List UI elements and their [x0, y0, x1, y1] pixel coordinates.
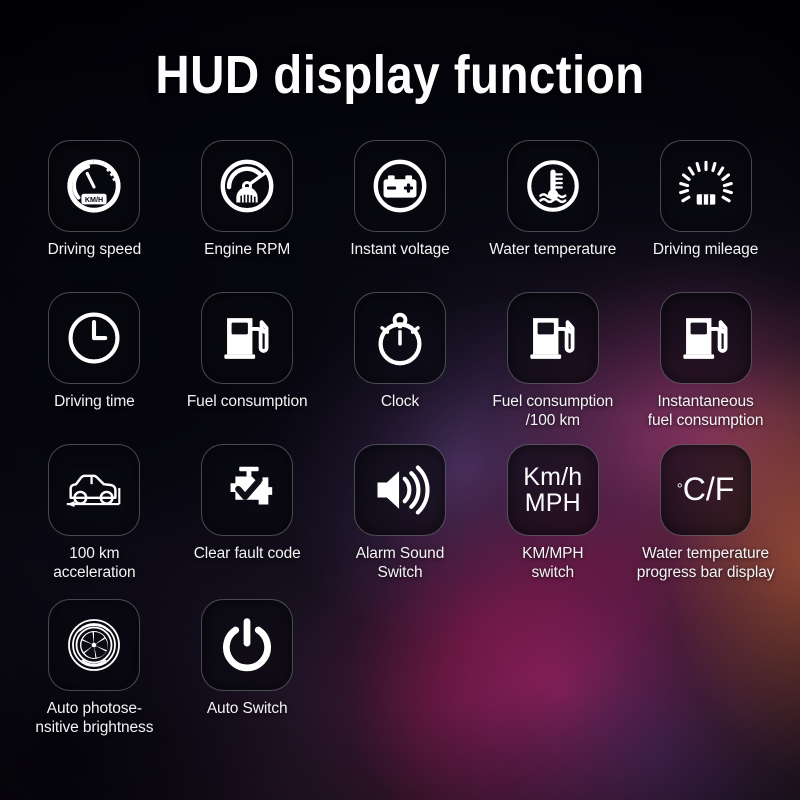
instantaneous-fuel-tile[interactable] [659, 292, 752, 384]
feature-item-water-temperature[interactable]: Water temperature [476, 140, 629, 292]
instant-voltage-tile[interactable] [353, 140, 446, 232]
feature-item-fuel-consumption[interactable]: Fuel consumption [171, 292, 324, 444]
feature-item-instantaneous-fuel[interactable]: Instantaneous fuel consumption [629, 292, 782, 444]
aperture-icon [68, 619, 121, 671]
km-mph-line-1: Km/h [523, 462, 583, 491]
driving-speed-tile[interactable]: KM/H [48, 140, 141, 232]
feature-label: Instantaneous fuel consumption [647, 393, 764, 429]
feature-item-fuel-per-100km[interactable]: Fuel consumption/100 km [476, 292, 629, 444]
driving-time-tile[interactable] [48, 292, 141, 384]
km-mph-tile-text: Km/h MPH [523, 462, 583, 517]
feature-item-empty-3 [629, 599, 782, 749]
odometer-icon [678, 160, 733, 205]
feature-item-empty-2 [476, 599, 629, 749]
battery-icon [373, 159, 427, 213]
acceleration-tile[interactable] [48, 444, 141, 536]
engine-rpm-tile[interactable] [201, 140, 294, 232]
alarm-sound-switch-tile[interactable] [353, 444, 446, 536]
feature-label: Fuel consumption [186, 393, 308, 410]
speedometer-icon: KM/H [67, 159, 121, 213]
feature-item-driving-speed[interactable]: KM/H Driving speed [18, 140, 171, 292]
feature-item-clock[interactable]: Clock [324, 292, 477, 444]
feature-item-alarm-sound-switch[interactable]: Alarm Sound Switch [324, 444, 477, 599]
power-icon [223, 618, 272, 672]
feature-label: Clear fault code [193, 545, 301, 562]
fuel-pump-icon [530, 318, 575, 359]
feature-label: Driving mileage [652, 241, 759, 258]
feature-label: Alarm Sound Switch [355, 545, 445, 581]
clock-icon [68, 312, 120, 364]
tachometer-icon [220, 159, 274, 213]
feature-item-instant-voltage[interactable]: Instant voltage [324, 140, 477, 292]
speaker-icon [377, 465, 430, 515]
cf-text: C/F [682, 471, 735, 508]
feature-grid: KM/H Driving speed Engine RPM Instant vo… [18, 140, 782, 749]
feature-label: Fuel consumption/100 km [492, 393, 614, 429]
stopwatch-icon [378, 312, 422, 366]
feature-item-km-mph-switch[interactable]: Km/h MPH KM/MPH switch [476, 444, 629, 599]
driving-mileage-tile[interactable] [659, 140, 752, 232]
water-temperature-tile[interactable] [506, 140, 599, 232]
auto-switch-tile[interactable] [201, 599, 294, 691]
svg-text:KM/H: KM/H [85, 196, 103, 204]
hud-feature-poster: HUD display function KM/H Driving speed … [0, 0, 800, 800]
car-acceleration-icon [67, 474, 121, 508]
feature-label: Water temperature progress bar display [636, 545, 775, 581]
page-title: HUD display function [155, 45, 645, 105]
fuel-per-100km-tile[interactable] [506, 292, 599, 384]
feature-item-auto-switch[interactable]: Auto Switch [171, 599, 324, 749]
feature-label: Water temperature [489, 241, 617, 258]
celsius-fahrenheit-tile-text: °C/F [677, 471, 735, 508]
feature-label: Auto Switch [206, 700, 288, 717]
feature-item-driving-time[interactable]: Driving time [18, 292, 171, 444]
water-temp-progress-bar-tile[interactable]: °C/F [659, 444, 752, 536]
fuel-pump-icon [224, 318, 269, 359]
feature-label: Clock [380, 393, 420, 410]
feature-item-water-temp-progress-bar[interactable]: °C/F Water temperature progress bar displ… [629, 444, 782, 599]
clear-fault-code-tile[interactable] [201, 444, 294, 536]
feature-row-4: Auto photose-nsitive brightness Auto Swi… [18, 599, 782, 749]
feature-label: Engine RPM [204, 241, 291, 258]
engine-check-icon [230, 466, 273, 505]
feature-item-empty-1 [324, 599, 477, 749]
feature-label: 100 km acceleration [53, 545, 136, 581]
fuel-pump-icon [682, 318, 728, 359]
auto-brightness-tile[interactable] [48, 599, 141, 691]
fuel-consumption-tile[interactable] [201, 292, 294, 384]
feature-item-driving-mileage[interactable]: Driving mileage [629, 140, 782, 292]
feature-label: Driving speed [47, 241, 142, 258]
feature-label: KM/MPH switch [522, 545, 584, 581]
feature-item-engine-rpm[interactable]: Engine RPM [171, 140, 324, 292]
clock-tile[interactable] [353, 292, 446, 384]
feature-row-1: KM/H Driving speed Engine RPM Instant vo… [18, 140, 782, 292]
km-mph-switch-tile[interactable]: Km/h MPH [506, 444, 599, 536]
feature-row-3: 100 km acceleration Clear fault code Ala… [18, 444, 782, 599]
feature-item-auto-brightness[interactable]: Auto photose-nsitive brightness [18, 599, 171, 749]
km-mph-line-2: MPH [524, 489, 581, 517]
feature-item-100km-acceleration[interactable]: 100 km acceleration [18, 444, 171, 599]
feature-label: Driving time [54, 393, 135, 410]
feature-row-2: Driving time Fuel consumption Clock Fuel… [18, 292, 782, 444]
feature-item-clear-fault-code[interactable]: Clear fault code [171, 444, 324, 599]
feature-label: Auto photose-nsitive brightness [35, 700, 154, 736]
coolant-temp-icon [527, 160, 579, 212]
feature-label: Instant voltage [350, 241, 450, 258]
